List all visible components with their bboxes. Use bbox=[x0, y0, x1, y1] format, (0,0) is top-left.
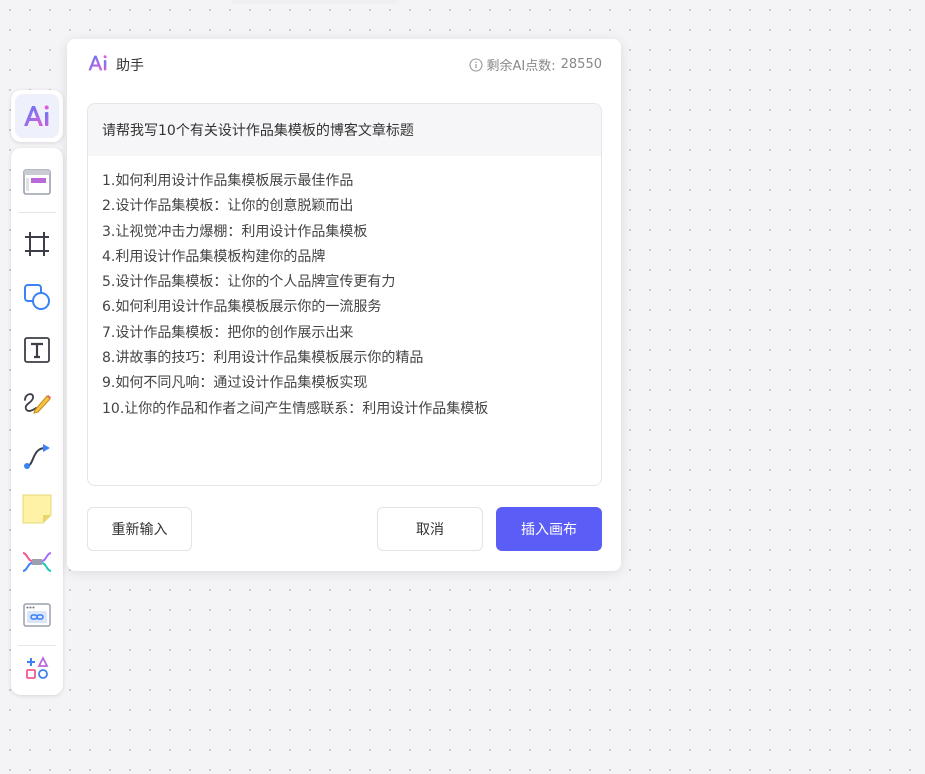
more-tools[interactable] bbox=[19, 650, 55, 686]
result-box[interactable]: 请帮我写10个有关设计作品集模板的博客文章标题 1.如何利用设计作品集模板展示最… bbox=[87, 103, 602, 486]
dialog-title: 助手 bbox=[116, 58, 144, 74]
list-item: 1.如何利用设计作品集模板展示最佳作品 bbox=[102, 173, 354, 189]
shape-tool[interactable] bbox=[19, 279, 55, 315]
template-tool[interactable] bbox=[19, 164, 55, 200]
connector-icon bbox=[24, 444, 50, 469]
result-list: 1.如何利用设计作品集模板展示最佳作品 2.设计作品集模板：让你的创意脱颖而出 … bbox=[88, 156, 601, 422]
credits-label: 剩余AI点数: bbox=[486, 59, 556, 74]
toolbar-divider bbox=[18, 645, 56, 646]
template-icon bbox=[23, 169, 51, 195]
list-item: 5.设计作品集模板：让你的个人品牌宣传更有力 bbox=[102, 274, 396, 291]
text-tool[interactable] bbox=[19, 332, 55, 368]
list-item: 3.让视觉冲击力爆棚：利用设计作品集模板 bbox=[102, 223, 368, 240]
prompt-text: 请帮我写10个有关设计作品集模板的博客文章标题 bbox=[88, 104, 601, 156]
dialog-header: 助手 剩余AI点数: 28550 bbox=[67, 39, 621, 89]
ai-logo-icon bbox=[24, 105, 49, 126]
embed-link-tool[interactable] bbox=[19, 597, 55, 633]
ai-credits: 剩余AI点数: 28550 bbox=[468, 55, 602, 74]
toolbar-divider bbox=[18, 212, 56, 213]
insert-canvas-button[interactable]: 插入画布 bbox=[496, 507, 602, 551]
connector-tool[interactable] bbox=[19, 438, 55, 474]
list-item: 8.讲故事的技巧：利用设计作品集模板展示你的精品 bbox=[102, 350, 424, 367]
ai-tool-panel bbox=[11, 90, 63, 142]
list-item: 2.设计作品集模板：让你的创意脱颖而出 bbox=[102, 198, 354, 215]
text-icon bbox=[24, 337, 50, 363]
frame-tool[interactable] bbox=[19, 226, 55, 262]
left-toolbar bbox=[11, 148, 63, 695]
sticky-note-icon bbox=[22, 494, 52, 524]
list-item: 9.如何不同凡响：通过设计作品集模板实现 bbox=[102, 375, 368, 392]
more-tools-icon bbox=[26, 655, 49, 679]
reinput-button[interactable]: 重新输入 bbox=[87, 507, 192, 551]
ai-assistant-button[interactable] bbox=[15, 94, 59, 138]
list-item: 4.利用设计作品集模板构建你的品牌 bbox=[102, 248, 326, 265]
sticky-note-tool[interactable] bbox=[19, 491, 55, 527]
info-icon[interactable] bbox=[468, 57, 483, 72]
list-item: 10.让你的作品和作者之间产生情感联系：利用设计作品集模板 bbox=[102, 400, 489, 417]
shape-icon bbox=[24, 284, 50, 310]
embed-link-icon bbox=[23, 603, 51, 627]
pen-tool[interactable] bbox=[19, 385, 55, 421]
list-item: 7.设计作品集模板：把你的创作展示出来 bbox=[102, 324, 354, 341]
pen-icon bbox=[24, 393, 51, 414]
ai-logo-icon bbox=[88, 55, 107, 71]
canvas-top-fade bbox=[230, 0, 400, 4]
credits-value: 28550 bbox=[560, 57, 602, 72]
mindmap-icon bbox=[22, 552, 52, 572]
list-item: 6.如何利用设计作品集模板展示你的一流服务 bbox=[102, 299, 382, 316]
cancel-button[interactable]: 取消 bbox=[377, 507, 483, 551]
frame-icon bbox=[25, 232, 49, 256]
ai-assistant-dialog: 助手 剩余AI点数: 28550 请帮我写10个有关设计作品集模板的博客文章标题… bbox=[67, 39, 621, 571]
mindmap-tool[interactable] bbox=[19, 544, 55, 580]
